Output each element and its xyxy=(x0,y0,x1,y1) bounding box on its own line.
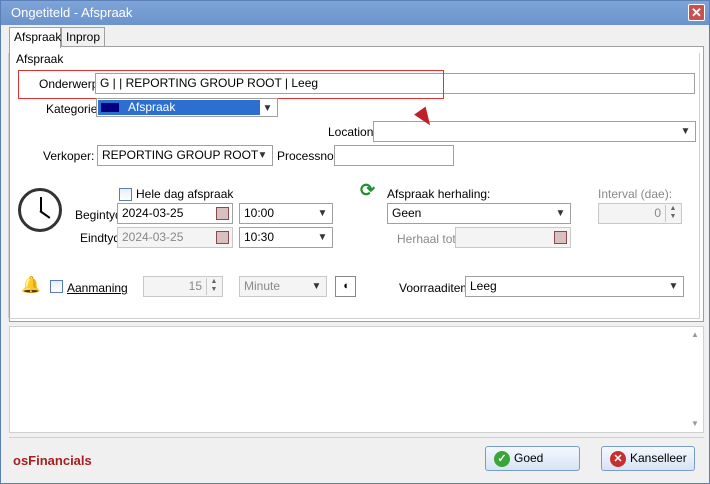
interval-spinner[interactable]: 0 ▲ ▼ xyxy=(598,203,682,224)
tab-afspraak[interactable]: Afspraak xyxy=(9,27,61,48)
aanmaning-amount-spinner[interactable]: 15 ▲ ▼ xyxy=(143,276,223,297)
kategorie-selected: Afspraak xyxy=(98,100,260,115)
title-bar[interactable]: Ongetiteld - Afspraak ✕ xyxy=(1,1,709,25)
calendar-icon[interactable] xyxy=(216,231,229,244)
group-title: Afspraak xyxy=(16,52,64,66)
eindtyd-date-input[interactable]: 2024-03-25 xyxy=(117,227,233,248)
hele-dag-checkbox[interactable] xyxy=(119,188,132,201)
chevron-down-icon[interactable]: ▼ xyxy=(256,149,269,162)
herhaling-label: Afspraak herhaling: xyxy=(387,187,491,201)
eindtyd-label: Eindtyd xyxy=(80,231,121,245)
location-label: Location xyxy=(328,125,374,139)
notes-textarea[interactable]: ▲ ▼ xyxy=(9,326,704,433)
cancel-icon: ✕ xyxy=(610,451,626,467)
goed-button[interactable]: ✓ Goed xyxy=(485,446,580,471)
herhaal-tot-label: Herhaal tot: xyxy=(397,232,460,246)
kategorie-select[interactable]: Afspraak ▼ xyxy=(96,98,278,117)
spinner-arrows-icon[interactable]: ▲ ▼ xyxy=(665,205,680,222)
spinner-arrows-icon[interactable]: ▲ ▼ xyxy=(206,278,221,295)
begintyd-label: Begintyd xyxy=(75,208,122,222)
interval-label: Interval (dae): xyxy=(598,187,673,201)
chevron-down-icon[interactable]: ▼ xyxy=(667,280,680,293)
voorraaditem-label: Voorraaditem xyxy=(399,281,471,295)
eindtyd-time-select[interactable]: 10:30 ▼ xyxy=(239,227,333,248)
kategorie-label: Kategorie xyxy=(46,102,98,116)
aanmaning-checkbox[interactable] xyxy=(50,280,63,293)
chevron-down-icon[interactable]: ▼ xyxy=(310,280,323,293)
verkoper-select[interactable]: REPORTING GROUP ROOT ▼ xyxy=(97,145,273,166)
tab-inprop[interactable]: Inprop xyxy=(61,27,105,47)
calendar-icon[interactable] xyxy=(216,207,229,220)
processno-input[interactable] xyxy=(334,145,454,166)
herhaal-tot-input[interactable] xyxy=(455,227,571,248)
clock-icon xyxy=(18,188,62,232)
scroll-down-icon[interactable]: ▼ xyxy=(689,418,701,430)
chevron-down-icon[interactable]: ▼ xyxy=(554,207,567,220)
bell-icon: 🔔 xyxy=(21,277,41,294)
refresh-icon: ⟳ xyxy=(360,180,376,200)
annotation-highlight xyxy=(18,70,444,99)
close-icon[interactable]: ✕ xyxy=(691,5,702,20)
brand-logo: osFinancials xyxy=(13,453,92,468)
hele-dag-label: Hele dag afspraak xyxy=(136,187,234,201)
speaker-icon[interactable]: ◖ xyxy=(335,276,356,297)
notes-scrollbar[interactable]: ▲ ▼ xyxy=(689,329,701,430)
appointment-window: Ongetiteld - Afspraak ✕ Afspraak Inprop … xyxy=(0,0,710,484)
aanmaning-unit-select[interactable]: Minute ▼ xyxy=(239,276,327,297)
kanselleer-button[interactable]: ✕ Kanselleer xyxy=(601,446,695,471)
chevron-down-icon[interactable]: ▼ xyxy=(316,231,329,244)
calendar-icon[interactable] xyxy=(554,231,567,244)
herhaling-select[interactable]: Geen ▼ xyxy=(387,203,571,224)
window-title: Ongetiteld - Afspraak xyxy=(11,5,133,20)
kategorie-color-swatch xyxy=(101,103,119,112)
processno-label: Processno: xyxy=(277,149,338,163)
scroll-up-icon[interactable]: ▲ xyxy=(689,329,701,341)
aanmaning-label: Aanmaning xyxy=(67,281,128,295)
footer-divider xyxy=(9,437,704,438)
begintyd-time-select[interactable]: 10:00 ▼ xyxy=(239,203,333,224)
check-icon: ✓ xyxy=(494,451,510,467)
chevron-down-icon[interactable]: ▼ xyxy=(679,125,692,138)
begintyd-date-input[interactable]: 2024-03-25 xyxy=(117,203,233,224)
verkoper-label: Verkoper: xyxy=(43,149,95,163)
chevron-down-icon[interactable]: ▼ xyxy=(316,207,329,220)
close-button[interactable]: ✕ xyxy=(688,4,705,21)
chevron-down-icon[interactable]: ▼ xyxy=(261,102,274,115)
voorraaditem-select[interactable]: Leeg ▼ xyxy=(465,276,684,297)
